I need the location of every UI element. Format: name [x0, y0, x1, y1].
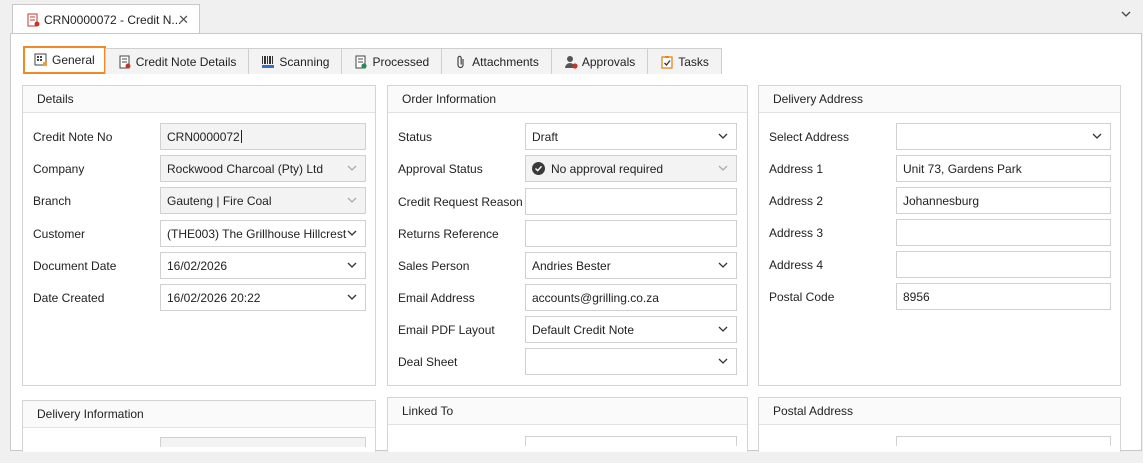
select-address-label: Select Address [769, 130, 850, 144]
tab-label: Credit Note Details [135, 54, 237, 69]
customer-label: Customer [33, 227, 86, 241]
tab-credit-note-details[interactable]: Credit Note Details [104, 48, 250, 74]
delivery-information-group: Delivery Information [22, 400, 376, 452]
customer-select[interactable]: (THE003) The Grillhouse Hillcrest [160, 220, 366, 247]
address4-input[interactable] [896, 251, 1111, 278]
group-header: Delivery Information [23, 401, 375, 428]
branch-label: Branch [33, 194, 72, 208]
address1-label: Address 1 [769, 162, 824, 176]
deal-sheet-select[interactable] [525, 348, 737, 375]
document-date-label: Document Date [33, 259, 117, 273]
sales-person-label: Sales Person [398, 259, 470, 273]
details-group: Details Credit Note No CRN0000072 Compan… [22, 85, 376, 386]
check-circle-icon [532, 162, 545, 175]
address3-input[interactable] [896, 219, 1111, 246]
date-created-label: Date Created [33, 291, 105, 305]
group-header: Details [23, 86, 375, 113]
status-label: Status [398, 130, 433, 144]
chevron-down-icon [718, 161, 728, 175]
text-caret [240, 130, 242, 143]
group-header: Linked To [388, 398, 747, 425]
clipboard-check-icon [660, 55, 674, 69]
company-select[interactable]: Rockwood Charcoal (Pty) Ltd [160, 155, 366, 182]
status-select[interactable]: Draft [525, 123, 737, 150]
chevron-down-icon[interactable] [347, 290, 357, 304]
address2-label: Address 2 [769, 194, 824, 208]
credit-request-reason-input[interactable] [525, 188, 737, 215]
chevron-down-icon[interactable] [718, 322, 728, 336]
linked-to-group: Linked To [387, 397, 748, 452]
credit-note-icon [27, 13, 40, 27]
credit-note-no-label: Credit Note No [33, 130, 113, 144]
chevron-down-icon[interactable] [718, 258, 728, 272]
document-date-picker[interactable]: 16/02/2026 [160, 252, 366, 279]
document-pencil-icon [118, 55, 132, 69]
tab-label: Tasks [678, 54, 709, 69]
main-panel: General Credit Note Details Scanning Pro… [10, 33, 1142, 452]
tab-label: Processed [372, 54, 430, 69]
group-header: Delivery Address [759, 86, 1120, 113]
address3-label: Address 3 [769, 226, 824, 240]
select-address-select[interactable] [896, 123, 1111, 150]
chevron-down-icon[interactable] [718, 354, 728, 368]
tab-processed[interactable]: Processed [341, 48, 443, 74]
address1-input[interactable]: Unit 73, Gardens Park [896, 155, 1111, 182]
linked-to-field[interactable] [525, 436, 737, 446]
chevron-down-icon[interactable] [1092, 129, 1102, 143]
credit-request-reason-label: Credit Request Reason [398, 195, 523, 209]
returns-reference-input[interactable] [525, 220, 737, 247]
postal-address-group: Postal Address [758, 397, 1121, 452]
chevron-down-icon[interactable] [347, 226, 357, 240]
order-information-group: Order Information Status Draft Approval … [387, 85, 748, 386]
tab-scanning[interactable]: Scanning [248, 48, 343, 74]
paperclip-icon [454, 55, 468, 69]
approval-status-select[interactable]: No approval required [525, 155, 737, 182]
email-address-label: Email Address [398, 291, 475, 305]
sales-person-select[interactable]: Andries Bester [525, 252, 737, 279]
tab-approvals[interactable]: Approvals [550, 48, 649, 74]
tab-label: Scanning [279, 54, 330, 69]
tab-general[interactable]: General [23, 46, 106, 74]
returns-reference-label: Returns Reference [398, 227, 499, 241]
document-tab-title: CRN0000072 - Credit N... [44, 12, 182, 27]
postal-address-field[interactable] [896, 436, 1111, 446]
delivery-information-field[interactable] [160, 437, 366, 447]
delivery-address-group: Delivery Address Select Address Address … [758, 85, 1121, 386]
credit-note-no-field[interactable]: CRN0000072 [160, 123, 366, 150]
chevron-down-icon [347, 161, 357, 175]
processed-doc-icon [354, 55, 368, 69]
general-grid-icon [34, 53, 48, 67]
tab-bar: General Credit Note Details Scanning Pro… [23, 46, 722, 74]
tab-label: Attachments [472, 54, 539, 69]
group-header: Postal Address [759, 398, 1120, 425]
tab-tasks[interactable]: Tasks [647, 48, 722, 74]
barcode-icon [261, 55, 275, 69]
chevron-down-icon[interactable] [718, 129, 728, 143]
tab-attachments[interactable]: Attachments [441, 48, 552, 74]
postal-code-input[interactable]: 8956 [896, 283, 1111, 310]
date-created-picker[interactable]: 16/02/2026 20:22 [160, 284, 366, 311]
tab-label: Approvals [581, 54, 636, 69]
email-pdf-layout-select[interactable]: Default Credit Note [525, 316, 737, 343]
address2-input[interactable]: Johannesburg [896, 187, 1111, 214]
user-approval-icon [564, 55, 578, 69]
branch-select[interactable]: Gauteng | Fire Coal [160, 187, 366, 214]
document-tab[interactable]: CRN0000072 - Credit N... ✕ [12, 4, 200, 34]
deal-sheet-label: Deal Sheet [398, 355, 458, 369]
chevron-down-icon[interactable] [347, 258, 357, 272]
email-pdf-layout-label: Email PDF Layout [398, 323, 495, 337]
postal-code-label: Postal Code [769, 290, 835, 304]
chevron-down-icon [347, 193, 357, 207]
address4-label: Address 4 [769, 258, 824, 272]
approval-status-label: Approval Status [398, 162, 483, 176]
close-icon[interactable]: ✕ [178, 12, 189, 28]
tab-label: General [52, 53, 95, 67]
company-label: Company [33, 162, 85, 176]
email-address-input[interactable]: accounts@grilling.co.za [525, 284, 737, 311]
group-header: Order Information [388, 86, 747, 113]
chevron-down-icon[interactable] [1121, 8, 1131, 20]
